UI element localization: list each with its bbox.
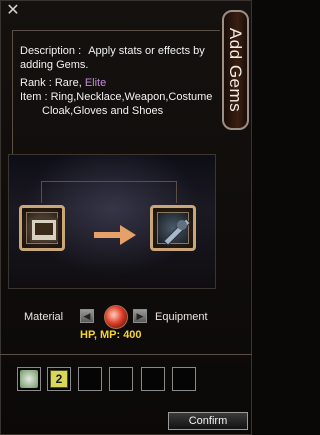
gem-inventory-slot-1[interactable] (17, 367, 41, 391)
next-button[interactable]: ▶ (133, 309, 147, 323)
gem-inventory-slot-4[interactable] (109, 367, 133, 391)
material-label: Material (24, 311, 64, 323)
stat-text: HP, MP: 400 (80, 329, 142, 341)
equipment-weapon-icon (157, 212, 191, 246)
arrow-right-icon (94, 225, 136, 245)
equipment-label: Equipment (155, 311, 208, 323)
gem-icon (104, 305, 128, 329)
connector-right (176, 181, 177, 203)
item-label: Item : (20, 91, 48, 103)
item-text-line1: Ring,Necklace,Weapon,Costume (50, 91, 213, 103)
rank-rare: Rare, (54, 77, 82, 89)
divider (0, 354, 252, 355)
gem-inventory-slot-5[interactable] (141, 367, 165, 391)
confirm-button[interactable]: Confirm (168, 412, 248, 430)
description-block: Description : Apply stats or effects by … (20, 44, 220, 118)
gem-inventory-slot-6[interactable] (172, 367, 196, 391)
add-gems-tab-label-wrap: Add Gems (222, 10, 249, 130)
item-text-line2: Cloak,Gloves and Shoes (42, 105, 164, 117)
rank-label: Rank : (20, 77, 52, 89)
material-scroll-icon (26, 212, 58, 244)
add-gems-tab-label: Add Gems (226, 27, 246, 113)
rank-elite: Elite (84, 77, 107, 89)
gem-item-icon (20, 370, 38, 388)
connector-top (41, 181, 177, 182)
close-icon[interactable]: ✕ (5, 3, 21, 19)
description-label: Description : (20, 45, 82, 57)
material-slot[interactable] (19, 205, 65, 251)
connector-left (41, 181, 42, 203)
prev-button[interactable]: ◀ (80, 309, 94, 323)
frame-line-top (12, 30, 220, 31)
equipment-slot[interactable] (150, 205, 196, 251)
gem-inventory-slot-2[interactable]: 2 (47, 367, 71, 391)
slot-count-badge: 2 (50, 370, 68, 388)
gem-inventory-slot-3[interactable] (78, 367, 102, 391)
